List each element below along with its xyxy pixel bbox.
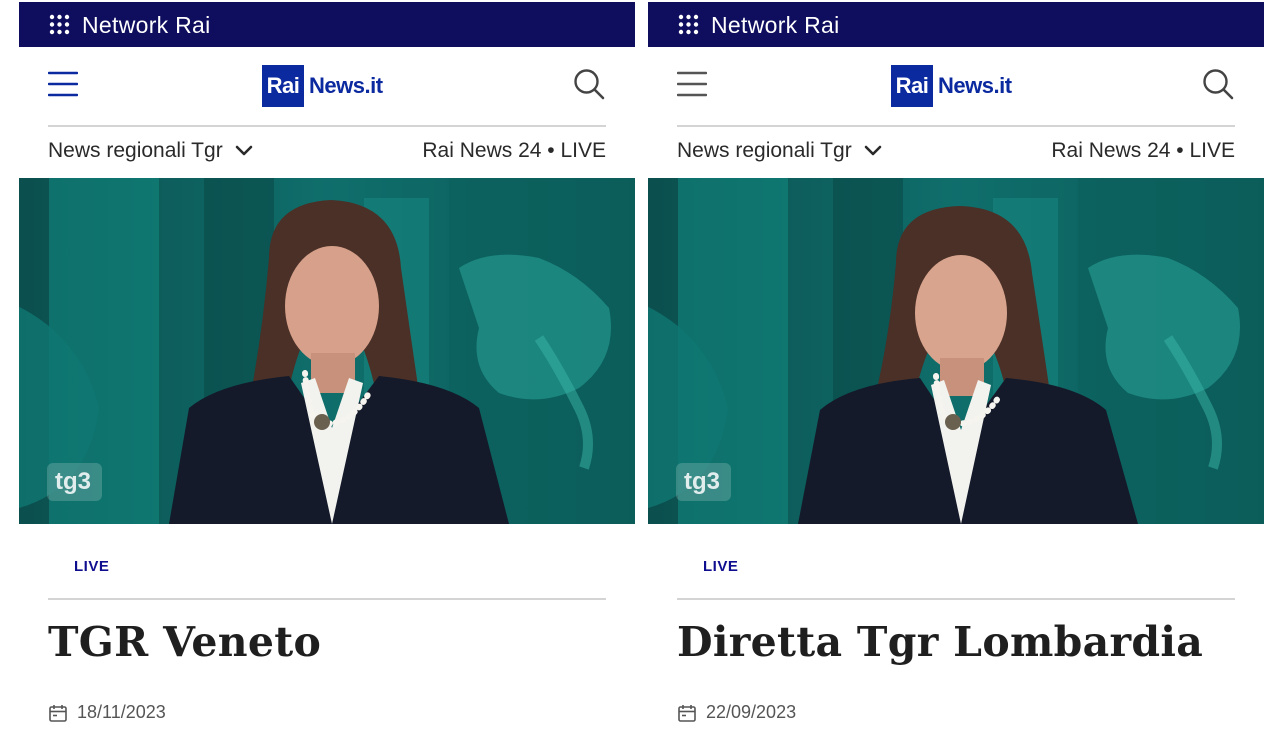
- calendar-icon: [678, 704, 696, 722]
- network-rai-bar[interactable]: Network Rai: [19, 2, 635, 47]
- article-title: TGR Veneto: [48, 618, 322, 666]
- logo-rai: Rai: [262, 65, 304, 107]
- regional-news-label: News regionali Tgr: [48, 139, 223, 162]
- live-badge: LIVE: [74, 558, 110, 575]
- network-label[interactable]: Network Rai: [82, 12, 211, 39]
- article-title: Diretta Tgr Lombardia: [677, 618, 1204, 666]
- date-row: 18/11/2023: [48, 702, 166, 723]
- rainews24-live-link[interactable]: Rai News 24 • LIVE: [1051, 139, 1235, 163]
- article-panel-right: Network Rai Rai News.it News regionali T…: [648, 0, 1264, 732]
- rainews24-live-link[interactable]: Rai News 24 • LIVE: [422, 139, 606, 163]
- logo-news: News.it: [309, 73, 383, 98]
- network-rai-bar[interactable]: Network Rai: [648, 2, 1264, 47]
- network-label[interactable]: Network Rai: [711, 12, 840, 39]
- site-header: Rai News.it: [19, 48, 635, 126]
- site-header: Rai News.it: [648, 48, 1264, 126]
- header-divider: [48, 125, 606, 127]
- regional-news-label: News regionali Tgr: [677, 139, 852, 162]
- grid-icon[interactable]: [49, 14, 70, 35]
- search-icon[interactable]: [1202, 68, 1234, 100]
- content-divider: [677, 598, 1235, 600]
- date-row: 22/09/2023: [677, 702, 796, 723]
- header-divider: [677, 125, 1235, 127]
- chevron-down-icon: [235, 145, 252, 156]
- regional-news-dropdown[interactable]: News regionali Tgr: [677, 139, 882, 163]
- video-player[interactable]: tg3: [19, 178, 635, 524]
- publish-date: 18/11/2023: [77, 702, 166, 722]
- sub-navigation: News regionali Tgr Rai News 24 • LIVE: [19, 130, 635, 176]
- search-icon[interactable]: [573, 68, 605, 100]
- content-divider: [48, 598, 606, 600]
- article-panel-left: Network Rai Rai News.it News regionali T…: [19, 0, 635, 732]
- tg3-channel-logo: tg3: [684, 468, 720, 495]
- live-badge: LIVE: [703, 558, 739, 575]
- sub-navigation: News regionali Tgr Rai News 24 • LIVE: [648, 130, 1264, 176]
- hamburger-menu-icon[interactable]: [676, 71, 708, 97]
- calendar-icon: [49, 704, 67, 722]
- regional-news-dropdown[interactable]: News regionali Tgr: [48, 139, 253, 163]
- logo-rai: Rai: [891, 65, 933, 107]
- rainews-logo[interactable]: Rai News.it: [262, 65, 383, 107]
- video-player[interactable]: tg3: [648, 178, 1264, 524]
- hamburger-menu-icon[interactable]: [47, 71, 79, 97]
- publish-date: 22/09/2023: [706, 702, 797, 722]
- rainews-logo[interactable]: Rai News.it: [891, 65, 1012, 107]
- logo-news: News.it: [938, 73, 1012, 98]
- chevron-down-icon: [864, 145, 881, 156]
- grid-icon[interactable]: [678, 14, 699, 35]
- tg3-channel-logo: tg3: [55, 468, 91, 495]
